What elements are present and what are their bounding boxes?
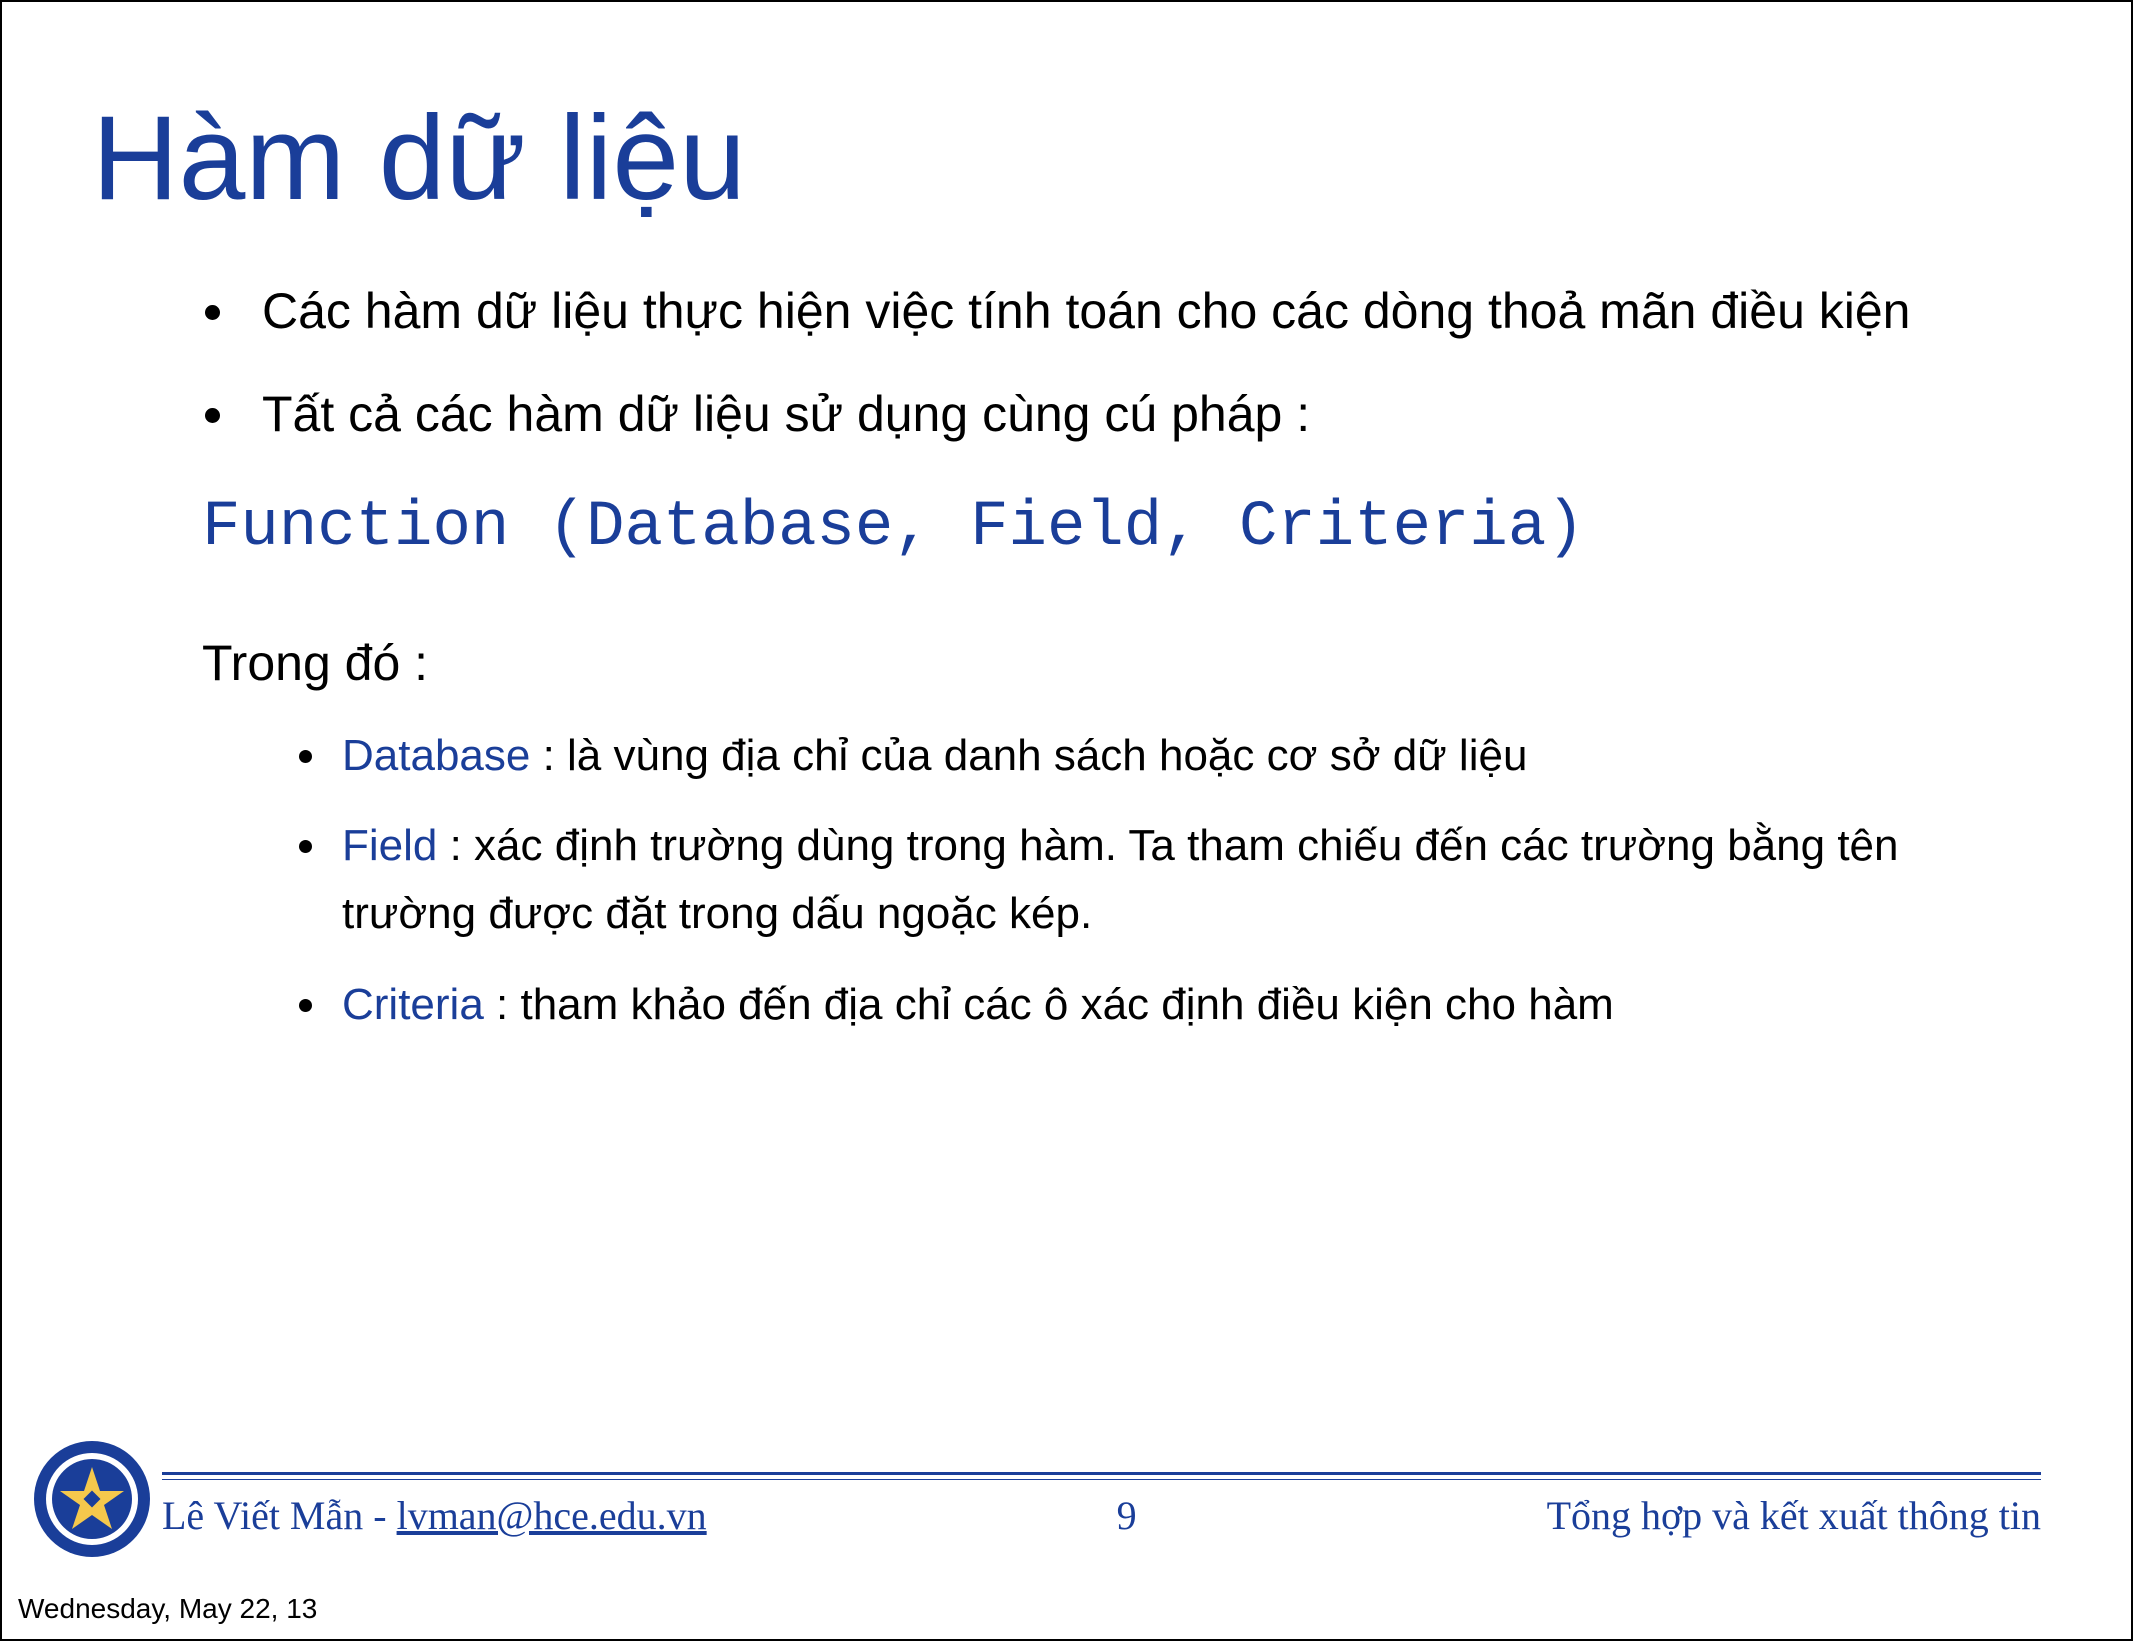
- slide-page: Hàm dữ liệu Các hàm dữ liệu thực hiện vi…: [0, 0, 2133, 1641]
- term-field: Field: [342, 821, 437, 870]
- slide-title: Hàm dữ liệu: [92, 92, 2041, 224]
- bullet-item: Các hàm dữ liệu thực hiện việc tính toán…: [242, 274, 2041, 349]
- function-syntax: Function (Database, Field, Criteria): [202, 492, 2041, 564]
- definition-item: Criteria : tham khảo đến địa chỉ các ô x…: [332, 971, 2041, 1039]
- definition-item: Field : xác định trường dùng trong hàm. …: [332, 812, 2041, 948]
- definition-list: Database : là vùng địa chỉ của danh sách…: [92, 722, 2041, 1039]
- slide-footer: Lê Viết Mẫn - lvman@hce.edu.vn 9 Tổng hợ…: [162, 1472, 2041, 1539]
- sub-heading: Trong đó :: [202, 634, 2041, 692]
- footer-row: Lê Viết Mẫn - lvman@hce.edu.vn 9 Tổng hợ…: [162, 1492, 2041, 1539]
- term-database: Database: [342, 731, 530, 780]
- main-bullet-list: Các hàm dữ liệu thực hiện việc tính toán…: [92, 274, 2041, 452]
- footer-page-number: 9: [1117, 1492, 1137, 1539]
- footer-author-block: Lê Viết Mẫn - lvman@hce.edu.vn: [162, 1492, 707, 1539]
- definition-item: Database : là vùng địa chỉ của danh sách…: [332, 722, 2041, 790]
- slide-content: Hàm dữ liệu Các hàm dữ liệu thực hiện vi…: [2, 2, 2131, 1061]
- bullet-item: Tất cả các hàm dữ liệu sử dụng cùng cú p…: [242, 377, 2041, 452]
- footer-author: Lê Viết Mẫn -: [162, 1493, 397, 1538]
- term-field-desc: : xác định trường dùng trong hàm. Ta tha…: [342, 821, 1898, 938]
- term-database-desc: : là vùng địa chỉ của danh sách hoặc cơ …: [530, 731, 1527, 780]
- term-criteria-desc: : tham khảo đến địa chỉ các ô xác định đ…: [484, 980, 1614, 1029]
- footer-rule-bottom: [162, 1479, 2041, 1480]
- footer-email: lvman@hce.edu.vn: [397, 1493, 707, 1538]
- college-logo-icon: [32, 1439, 152, 1559]
- footer-right-text: Tổng hợp và kết xuất thông tin: [1547, 1492, 2041, 1539]
- footer-rule-top: [162, 1472, 2041, 1475]
- date-stamp: Wednesday, May 22, 13: [18, 1593, 317, 1625]
- term-criteria: Criteria: [342, 980, 484, 1029]
